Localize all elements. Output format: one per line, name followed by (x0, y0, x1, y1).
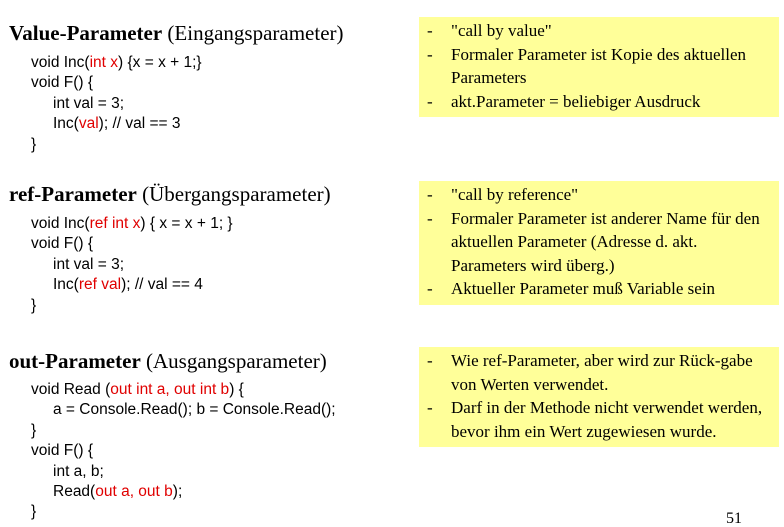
code-line: Inc(val); // val == 3 (31, 114, 202, 134)
code-text: int a, b; (53, 462, 104, 480)
code-line: int val = 3; (31, 255, 233, 275)
note-box: - "call by reference" - Formaler Parameter … (419, 181, 779, 305)
code-text: void F() { (31, 74, 94, 92)
note-item: - Wie ref-Parameter, aber wird zur Rück-g… (427, 349, 773, 396)
code-text: ); (172, 482, 183, 500)
section-title-bold: out-Parameter (9, 349, 141, 373)
code-highlight: out int a, out int b (110, 381, 230, 398)
note-item: - Formaler Parameter ist Kopie des aktuel… (427, 43, 773, 90)
code-text: void Read ( (31, 381, 111, 398)
code-block: void Inc(int x) {x = x + 1;} void F() {in… (31, 53, 202, 155)
code-line: void F() { (31, 441, 336, 461)
code-line: } (31, 296, 233, 316)
code-line: } (31, 421, 336, 441)
note-item: - akt.Parameter = beliebiger Ausdruck (427, 90, 773, 114)
note-item: - "call by value" (427, 19, 773, 43)
section-title-subtitle: (Ausgangsparameter) (146, 349, 327, 373)
note-list: - "call by reference" - Formaler Parameter … (427, 183, 773, 301)
code-text: Inc( (53, 115, 79, 133)
code-line: void F() { (31, 73, 202, 93)
code-text: a = Console.Read(); b = Console.Read(); (53, 401, 336, 419)
bullet-dash: - (427, 44, 433, 64)
code-text: int val = 3; (53, 255, 125, 273)
bullet-dash: - (427, 279, 433, 299)
note-text: Formaler Parameter ist anderer Name für … (451, 208, 760, 275)
section-title-out: out-Parameter (Ausgangsparameter) (9, 349, 327, 373)
code-block: void Inc(ref int x) { x = x + 1; } void F… (31, 214, 233, 316)
section-title-bold: ref-Parameter (9, 182, 137, 206)
page-number: 51 (726, 510, 742, 527)
note-text: "call by value" (451, 21, 552, 40)
code-line: void F() { (31, 234, 233, 254)
bullet-dash: - (427, 208, 433, 228)
section-title-ref: ref-Parameter (Übergangsparameter) (9, 182, 331, 206)
section-title-bold: Value-Parameter (9, 21, 163, 45)
code-text: } (31, 421, 37, 439)
code-text: void Inc( (31, 215, 90, 232)
note-item: - "call by reference" (427, 183, 773, 207)
note-box: - Wie ref-Parameter, aber wird zur Rück-g… (419, 347, 779, 448)
code-line: void Inc(int x) {x = x + 1;} (31, 53, 202, 73)
note-text: "call by reference" (451, 185, 579, 204)
code-highlight: int x (89, 54, 119, 71)
code-text: Inc( (53, 276, 79, 294)
code-text: ) { x = x + 1; } (140, 215, 233, 232)
code-text: void Inc( (31, 54, 90, 71)
section-title-subtitle: (Eingangsparameter) (167, 21, 344, 45)
code-highlight: out a, out b (95, 482, 173, 500)
code-text: void F() { (31, 442, 94, 460)
note-item: - Formaler Parameter ist anderer Name für… (427, 207, 773, 278)
note-list: - Wie ref-Parameter, aber wird zur Rück-g… (427, 349, 773, 443)
code-line: void Read (out int a, out int b) { (31, 380, 336, 400)
note-list: - "call by value" - Formaler Parameter ist … (427, 19, 773, 113)
bullet-dash: - (427, 398, 433, 418)
code-text: ); // val == 4 (121, 276, 203, 294)
note-text: Aktueller Parameter muß Variable sein (451, 279, 716, 299)
note-text: akt.Parameter = beliebiger Ausdruck (451, 91, 701, 111)
code-line: int val = 3; (31, 94, 202, 114)
bullet-dash: - (427, 351, 433, 370)
code-highlight: val (78, 115, 99, 133)
note-box: - "call by value" - Formaler Parameter ist … (419, 17, 779, 118)
code-text: int val = 3; (53, 94, 125, 112)
note-text: Darf in der Methode nicht verwendet werd… (451, 398, 763, 441)
code-text: } (31, 503, 37, 521)
code-text: ) {x = x + 1;} (118, 54, 202, 71)
bullet-dash: - (427, 21, 433, 40)
code-text: Read( (53, 482, 96, 500)
section-title-subtitle: (Übergangsparameter) (142, 182, 331, 206)
section-title-value: Value-Parameter (Eingangsparameter) (9, 21, 344, 45)
code-line: Read(out a, out b); (31, 482, 336, 502)
code-text: void F() { (31, 235, 94, 253)
code-text: ); // val == 3 (98, 115, 181, 133)
code-text: } (31, 135, 37, 153)
code-line: } (31, 502, 336, 522)
code-line: Inc(ref val); // val == 4 (31, 275, 233, 295)
note-item: - Darf in der Methode nicht verwendet wer… (427, 396, 773, 443)
note-text: Wie ref-Parameter, aber wird zur Rück-ga… (451, 351, 753, 394)
code-line: void Inc(ref int x) { x = x + 1; } (31, 214, 233, 234)
bullet-dash: - (427, 185, 433, 204)
code-highlight: ref int x (89, 215, 141, 232)
code-line: int a, b; (31, 462, 336, 482)
note-text: Formaler Parameter ist Kopie des aktuell… (451, 44, 747, 88)
bullet-dash: - (427, 91, 433, 111)
code-line: } (31, 135, 202, 155)
code-line: a = Console.Read(); b = Console.Read(); (31, 400, 336, 420)
note-item: - Aktueller Parameter muß Variable sein (427, 277, 773, 301)
code-block: void Read (out int a, out int b) {a = Co… (31, 380, 336, 523)
code-text: } (31, 296, 37, 314)
code-text: ) { (229, 381, 244, 398)
code-highlight: ref val (78, 276, 122, 294)
